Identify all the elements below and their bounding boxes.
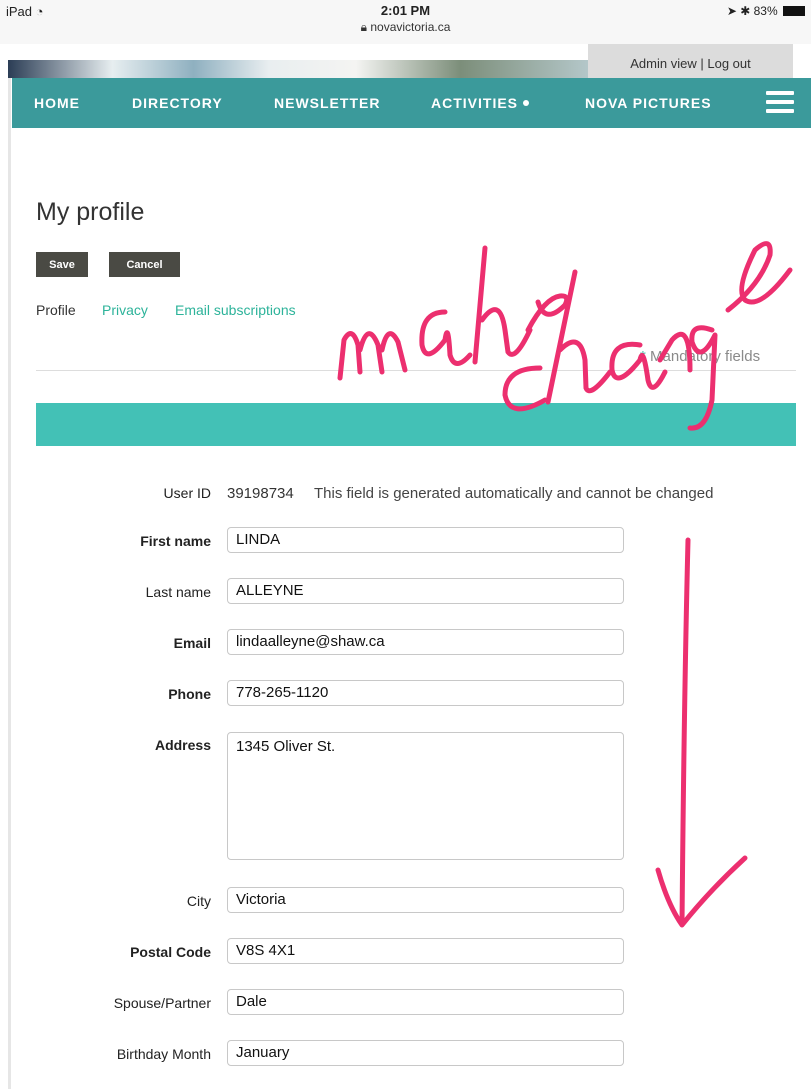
handwritten-annotation xyxy=(337,241,793,928)
handwriting-make xyxy=(337,245,570,381)
arrow-down-icon xyxy=(655,537,748,928)
handwriting-changes xyxy=(502,241,793,431)
